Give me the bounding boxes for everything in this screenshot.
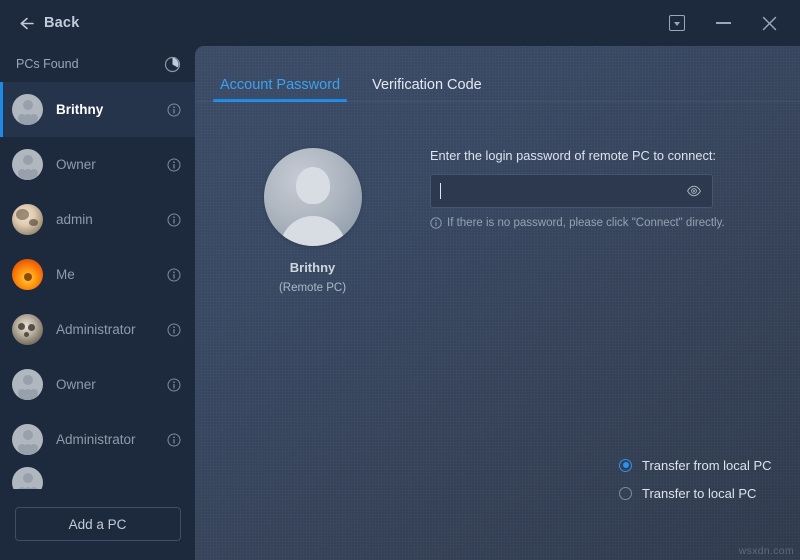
back-arrow-icon bbox=[18, 15, 35, 32]
info-icon[interactable] bbox=[167, 378, 181, 392]
title-bar: Back bbox=[0, 0, 800, 46]
avatar bbox=[12, 204, 43, 235]
pc-list-item[interactable]: Administrator bbox=[0, 302, 195, 357]
back-label: Back bbox=[44, 15, 79, 31]
pc-list-item[interactable]: Owner bbox=[0, 137, 195, 192]
pcs-found-header: PCs Found bbox=[0, 46, 195, 82]
add-pc-button[interactable]: Add a PC bbox=[15, 507, 181, 541]
tab-bar: Account Password Verification Code bbox=[195, 46, 800, 102]
refresh-scanning-icon[interactable] bbox=[164, 56, 181, 73]
pc-name: Me bbox=[56, 267, 167, 282]
avatar bbox=[12, 467, 43, 489]
password-label: Enter the login password of remote PC to… bbox=[430, 148, 776, 163]
info-icon[interactable] bbox=[167, 268, 181, 282]
radio-label: Transfer to local PC bbox=[642, 486, 756, 501]
avatar bbox=[12, 424, 43, 455]
info-icon[interactable] bbox=[167, 158, 181, 172]
pc-list-item[interactable]: admin bbox=[0, 192, 195, 247]
avatar bbox=[12, 149, 43, 180]
pc-name: Owner bbox=[56, 377, 167, 392]
main-panel: Account Password Verification Code Brith… bbox=[195, 46, 800, 560]
back-button[interactable]: Back bbox=[18, 15, 79, 32]
avatar bbox=[12, 314, 43, 345]
watermark: wsxdn.com bbox=[739, 545, 794, 557]
info-icon[interactable] bbox=[167, 323, 181, 337]
password-hint: If there is no password, please click "C… bbox=[430, 217, 776, 229]
user-avatar-large bbox=[264, 148, 362, 246]
minimize-button[interactable] bbox=[706, 8, 740, 38]
remote-pc-name: Brithny bbox=[290, 260, 336, 275]
info-icon[interactable] bbox=[167, 433, 181, 447]
pc-name: Administrator bbox=[56, 322, 167, 337]
password-hint-text: If there is no password, please click "C… bbox=[447, 217, 725, 229]
tab-account-password[interactable]: Account Password bbox=[217, 77, 343, 102]
pc-name: admin bbox=[56, 212, 167, 227]
pc-list-item[interactable]: Administrator bbox=[0, 412, 195, 467]
avatar bbox=[12, 94, 43, 125]
radio-mark bbox=[619, 487, 632, 500]
window-controls bbox=[660, 0, 786, 46]
pc-list-item[interactable]: Me bbox=[0, 247, 195, 302]
add-pc-footer: Add a PC bbox=[0, 488, 195, 560]
app-window: Back PCs Found bbox=[0, 0, 800, 560]
pc-name: Administrator bbox=[56, 432, 167, 447]
radio-mark bbox=[619, 459, 632, 472]
avatar bbox=[12, 259, 43, 290]
minimize-icon bbox=[716, 22, 731, 24]
remote-pc-subtitle: (Remote PC) bbox=[279, 282, 346, 294]
connect-form: Brithny (Remote PC) Enter the login pass… bbox=[195, 102, 800, 560]
minimize-to-tray-icon bbox=[669, 15, 685, 31]
text-caret bbox=[440, 183, 441, 199]
tab-verification-code[interactable]: Verification Code bbox=[369, 77, 485, 102]
close-button[interactable] bbox=[752, 8, 786, 38]
pc-list[interactable]: Brithny Owner admin bbox=[0, 82, 195, 522]
info-icon[interactable] bbox=[167, 103, 181, 117]
radio-label: Transfer from local PC bbox=[642, 458, 772, 473]
password-block: Enter the login password of remote PC to… bbox=[430, 148, 800, 229]
radio-transfer-from-local-pc[interactable]: Transfer from local PC bbox=[619, 451, 772, 479]
close-icon bbox=[761, 15, 778, 32]
transfer-direction-group: Transfer from local PC Transfer to local… bbox=[619, 451, 772, 507]
radio-transfer-to-local-pc[interactable]: Transfer to local PC bbox=[619, 479, 772, 507]
eye-icon[interactable] bbox=[686, 183, 702, 199]
minimize-to-tray-button[interactable] bbox=[660, 8, 694, 38]
pc-list-item[interactable]: Owner bbox=[0, 357, 195, 412]
remote-and-password-row: Brithny (Remote PC) Enter the login pass… bbox=[195, 102, 800, 294]
info-icon[interactable] bbox=[167, 213, 181, 227]
avatar bbox=[12, 369, 43, 400]
remote-pc-identity: Brithny (Remote PC) bbox=[195, 148, 430, 294]
info-circle-icon bbox=[430, 217, 442, 229]
sidebar: PCs Found Brithny Owner bbox=[0, 46, 195, 560]
pc-list-item[interactable]: Brithny bbox=[0, 82, 195, 137]
password-input[interactable] bbox=[430, 174, 713, 208]
pc-name: Owner bbox=[56, 157, 167, 172]
pc-list-item-partial[interactable] bbox=[0, 467, 195, 489]
pc-name: Brithny bbox=[56, 102, 167, 117]
pcs-found-label: PCs Found bbox=[16, 57, 79, 71]
